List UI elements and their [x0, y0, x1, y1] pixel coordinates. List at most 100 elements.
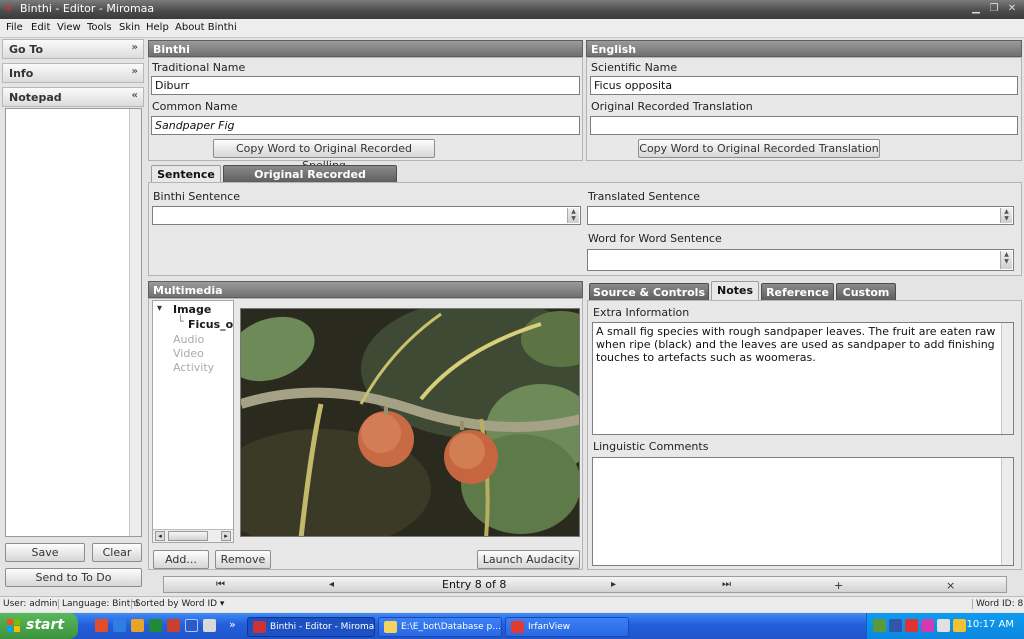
menu-tools[interactable]: Tools [87, 22, 112, 33]
sort-dropdown[interactable]: Sorted by Word ID ▾ [131, 599, 224, 609]
menu-about[interactable]: About Binthi [175, 22, 237, 33]
info-section[interactable]: Info » [2, 63, 144, 83]
windows-logo-icon [7, 619, 20, 632]
wfw-sentence-field[interactable]: ▲ ▼ [587, 249, 1014, 271]
goto-section[interactable]: Go To » [2, 39, 144, 59]
prev-record-icon[interactable]: ◂ [329, 579, 334, 590]
delete-record-icon[interactable]: × [946, 579, 955, 592]
task-irfanview[interactable]: IrfanView [505, 617, 629, 637]
tab-reference[interactable]: Reference [761, 283, 834, 301]
binthi-sentence-field[interactable]: ▲ ▼ [152, 206, 581, 225]
minimize-icon[interactable]: ▁ [968, 2, 984, 16]
task-explorer[interactable]: E:\E_bot\Database p... [378, 617, 502, 637]
scientific-name-field[interactable]: Ficus opposita [590, 76, 1018, 95]
quicklaunch-app-icon[interactable] [95, 619, 108, 632]
clock: 10:17 AM [966, 619, 1014, 630]
menu-bar: File Edit View Tools Skin Help About Bin… [0, 19, 1024, 38]
send-to-todo-button[interactable]: Send to To Do [5, 568, 142, 587]
task-binthi-editor[interactable]: Binthi - Editor - Miromaa [247, 617, 375, 637]
quicklaunch-word-icon[interactable] [185, 619, 198, 632]
notepad-section[interactable]: Notepad « [2, 87, 144, 107]
quicklaunch-excel-icon[interactable] [149, 619, 162, 632]
start-button[interactable]: start [0, 613, 78, 639]
traditional-name-field[interactable]: Diburr [151, 76, 580, 95]
first-record-icon[interactable]: ⏮ [216, 579, 225, 590]
launch-audacity-button[interactable]: Launch Audacity [477, 550, 580, 569]
tree-item-video[interactable]: Video [173, 347, 204, 360]
notepad-textarea[interactable] [5, 108, 142, 537]
status-language: Language: Binthi [58, 599, 138, 609]
irfanview-icon [511, 621, 524, 633]
menu-file[interactable]: File [6, 22, 23, 33]
add-record-icon[interactable]: + [834, 579, 843, 592]
tray-alert-icon[interactable] [953, 619, 966, 632]
extra-info-textarea[interactable]: A small fig species with rough sandpaper… [592, 322, 1014, 435]
chevron-down-icon[interactable]: » [132, 42, 138, 53]
copy-spelling-button[interactable]: Copy Word to Original Recorded Spelling [213, 139, 435, 172]
common-name-label: Common Name [152, 100, 238, 113]
tree-item-ficus[interactable]: Ficus_o [188, 318, 234, 331]
copy-translation-button[interactable]: Copy Word to Original Recorded Translati… [638, 139, 880, 158]
title-bar[interactable]: ✳ Binthi - Editor - Miromaa ▁ ❐ ✕ [0, 0, 1024, 19]
add-media-button[interactable]: Add... [153, 550, 209, 569]
status-bar: User: admin Language: Binthi Sorted by W… [0, 596, 1024, 612]
quicklaunch-browser-icon[interactable] [113, 619, 126, 632]
binthi-header: Binthi [148, 40, 583, 57]
tab-custom[interactable]: Custom [836, 283, 896, 301]
tree-expand-icon[interactable]: ▾ [157, 303, 162, 314]
chevron-down-icon[interactable]: » [132, 66, 138, 77]
menu-edit[interactable]: Edit [31, 22, 50, 33]
multimedia-header: Multimedia [148, 281, 583, 298]
tab-source-controls[interactable]: Source & Controls [589, 283, 709, 301]
quicklaunch-powerpoint-icon[interactable] [167, 619, 180, 632]
app-icon: ✳ [4, 2, 14, 15]
spinner-icon[interactable]: ▲ ▼ [1000, 208, 1012, 223]
close-icon[interactable]: ✕ [1004, 2, 1020, 16]
linguistic-comments-scrollbar[interactable] [1001, 458, 1013, 565]
save-button[interactable]: Save [5, 543, 85, 562]
extra-info-label: Extra Information [593, 306, 690, 319]
next-record-icon[interactable]: ▸ [611, 579, 616, 590]
scroll-thumb[interactable] [168, 531, 208, 541]
last-record-icon[interactable]: ⏭ [722, 579, 731, 590]
scroll-left-icon[interactable]: ◂ [155, 531, 165, 541]
extra-info-scrollbar[interactable] [1001, 323, 1013, 434]
tree-item-audio[interactable]: Audio [173, 333, 204, 346]
remove-media-button[interactable]: Remove [215, 550, 271, 569]
scientific-name-label: Scientific Name [591, 61, 678, 74]
menu-view[interactable]: View [57, 22, 81, 33]
notepad-scrollbar[interactable] [129, 109, 141, 536]
tray-network-icon[interactable] [873, 619, 886, 632]
media-tree[interactable]: ▾ Image └ Ficus_o Audio Video Activity ◂… [152, 300, 234, 543]
scroll-right-icon[interactable]: ▸ [221, 531, 231, 541]
common-name-field[interactable]: Sandpaper Fig [151, 116, 580, 135]
record-navigation-bar: ⏮ ◂ Entry 8 of 8 ▸ ⏭ + × [163, 576, 1007, 593]
tab-notes[interactable]: Notes [711, 281, 759, 301]
tab-original-recorded-sentence[interactable]: Original Recorded Sentence [223, 165, 397, 198]
tree-branch-icon: └ [177, 315, 184, 328]
tray-bluetooth-icon[interactable] [889, 619, 902, 632]
quicklaunch-cd-icon[interactable] [203, 619, 216, 632]
menu-help[interactable]: Help [146, 22, 169, 33]
quicklaunch-media-icon[interactable] [131, 619, 144, 632]
translated-sentence-field[interactable]: ▲ ▼ [587, 206, 1014, 225]
linguistic-comments-textarea[interactable] [592, 457, 1014, 566]
tree-hscrollbar[interactable]: ◂ ▸ [153, 529, 233, 542]
media-preview-image [240, 308, 580, 537]
binthi-sentence-label: Binthi Sentence [153, 190, 241, 203]
orig-translation-field[interactable] [590, 116, 1018, 135]
clear-button[interactable]: Clear [92, 543, 142, 562]
spinner-icon[interactable]: ▲ ▼ [1000, 251, 1012, 269]
chevron-up-icon[interactable]: « [132, 90, 138, 101]
goto-label: Go To [9, 43, 44, 56]
tray-app-icon[interactable] [921, 619, 934, 632]
quicklaunch-overflow-icon[interactable]: » [229, 618, 236, 631]
tree-item-activity[interactable]: Activity [173, 361, 214, 374]
tray-security-icon[interactable] [905, 619, 918, 632]
wfw-sentence-label: Word for Word Sentence [588, 232, 722, 245]
restore-icon[interactable]: ❐ [986, 2, 1002, 16]
spinner-icon[interactable]: ▲ ▼ [567, 208, 579, 223]
tab-sentence[interactable]: Sentence [151, 165, 221, 183]
tray-volume-icon[interactable] [937, 619, 950, 632]
menu-skin[interactable]: Skin [119, 22, 140, 33]
